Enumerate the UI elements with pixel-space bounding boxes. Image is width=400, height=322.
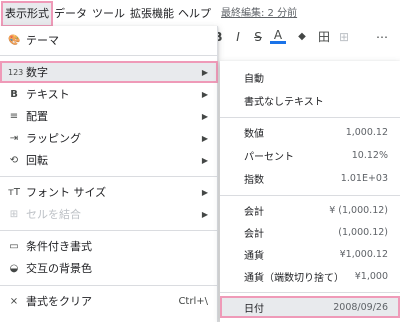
- divider: [220, 117, 400, 118]
- number-option-currency-rounded[interactable]: 通貨（端数切り捨て） ¥1,000: [220, 265, 400, 287]
- menu-item-number[interactable]: 123 数字 ▶: [0, 61, 218, 83]
- number-option-date[interactable]: 日付 2008/09/26: [220, 296, 400, 318]
- menu-item-font-size[interactable]: тT フォント サイズ ▶: [0, 181, 218, 203]
- menu-item-label: 交互の背景色: [26, 262, 92, 275]
- menu-item-label: フォント サイズ: [26, 186, 107, 199]
- wrap-icon: ⇥: [9, 132, 19, 144]
- menu-item-label: セルを結合: [26, 208, 81, 221]
- menu-item-conditional-formatting[interactable]: ▭ 条件付き書式: [0, 235, 218, 257]
- font-size-icon: тT: [8, 186, 20, 198]
- option-sample: 1,000.12: [345, 126, 388, 138]
- conditional-format-icon: ▭: [9, 240, 19, 252]
- number-option-auto[interactable]: 自動: [220, 66, 400, 88]
- option-sample: ¥1,000: [354, 270, 388, 282]
- divider: [0, 285, 218, 286]
- menu-item-clear-formatting[interactable]: ⨯ 書式をクリア Ctrl+\: [0, 290, 218, 312]
- menu-item-text[interactable]: B テキスト ▶: [0, 83, 218, 105]
- number-option-percent[interactable]: パーセント 10.12%: [220, 144, 400, 166]
- chevron-right-icon: ▶: [201, 111, 208, 121]
- menu-item-label: ラッピング: [26, 132, 81, 145]
- number-format-submenu: 自動 書式なしテキスト 数値 1,000.12 パーセント 10.12% 指数 …: [220, 61, 400, 322]
- option-sample: 10.12%: [351, 149, 388, 161]
- option-label: 日付: [244, 303, 264, 315]
- palette-icon: 🎨: [8, 34, 21, 46]
- fill-color-icon[interactable]: ◆: [294, 26, 310, 48]
- chevron-right-icon: ▶: [201, 187, 208, 197]
- menu-item-wrapping[interactable]: ⇥ ラッピング ▶: [0, 127, 218, 149]
- merge-cells-icon: ⊞: [9, 208, 19, 220]
- borders-icon[interactable]: 田: [316, 26, 332, 48]
- alternating-colors-icon: ◒: [9, 262, 19, 274]
- more-icon[interactable]: ⋯: [374, 26, 390, 48]
- chevron-right-icon: ▶: [201, 67, 208, 77]
- chevron-right-icon: ▶: [201, 133, 208, 143]
- menu-item-label: 条件付き書式: [26, 240, 92, 253]
- format-menu: 🎨 テーマ 123 数字 ▶ B テキスト ▶ ≡ 配置 ▶ ⇥ ラッピング ▶…: [0, 26, 218, 322]
- chevron-right-icon: ▶: [201, 155, 208, 165]
- menu-item-theme[interactable]: 🎨 テーマ: [0, 29, 218, 51]
- menu-tools[interactable]: ツール: [92, 3, 125, 25]
- text-color-icon[interactable]: A: [270, 26, 286, 44]
- divider: [0, 230, 218, 231]
- menu-item-alignment[interactable]: ≡ 配置 ▶: [0, 105, 218, 127]
- last-edit-link[interactable]: 最終編集: 2 分前: [221, 3, 297, 25]
- number-option-scientific[interactable]: 指数 1.01E+03: [220, 167, 400, 189]
- option-label: 通貨（端数切り捨て）: [244, 272, 344, 284]
- divider: [0, 176, 218, 177]
- chevron-right-icon: ▶: [201, 89, 208, 99]
- number-option-currency[interactable]: 通貨 ¥1,000.12: [220, 243, 400, 265]
- shortcut-label: Ctrl+\: [178, 295, 208, 307]
- menu-format[interactable]: 表示形式: [1, 1, 53, 27]
- divider: [0, 55, 218, 56]
- option-label: 書式なしテキスト: [244, 96, 324, 108]
- merge-cells-icon[interactable]: ⊞: [336, 26, 352, 48]
- number-option-financial[interactable]: 会計 (1,000.12): [220, 221, 400, 243]
- option-sample: 2008/09/26: [333, 301, 388, 313]
- menu-item-label: テキスト: [26, 88, 70, 101]
- divider: [220, 292, 400, 293]
- align-icon: ≡: [9, 110, 19, 122]
- strikethrough-icon[interactable]: S: [250, 26, 266, 48]
- option-sample: ¥1,000.12: [339, 248, 388, 260]
- menu-extensions[interactable]: 拡張機能: [130, 3, 174, 25]
- option-sample: (1,000.12): [338, 226, 388, 238]
- menu-data[interactable]: データ: [54, 3, 87, 25]
- menu-item-label: 配置: [26, 110, 48, 123]
- bold-text-icon: B: [10, 88, 18, 100]
- number-option-plain-text[interactable]: 書式なしテキスト: [220, 89, 400, 111]
- option-sample: 1.01E+03: [340, 172, 388, 184]
- option-label: 会計: [244, 206, 264, 218]
- chevron-right-icon: ▶: [201, 209, 208, 219]
- toolbar: B I S A ◆ 田 ⊞ ⋯: [210, 26, 400, 48]
- menu-item-label: 回転: [26, 154, 48, 167]
- number-option-number[interactable]: 数値 1,000.12: [220, 121, 400, 143]
- menu-help[interactable]: ヘルプ: [178, 3, 211, 25]
- italic-icon[interactable]: I: [230, 26, 246, 48]
- divider: [220, 195, 400, 196]
- menu-item-merge-cells[interactable]: ⊞ セルを結合 ▶: [0, 203, 218, 225]
- menu-item-label: テーマ: [26, 34, 59, 47]
- rotate-icon: ⟲: [9, 154, 19, 166]
- option-label: 通貨: [244, 250, 264, 262]
- option-label: 会計: [244, 228, 264, 240]
- option-label: パーセント: [244, 151, 294, 163]
- menu-item-label: 数字: [26, 66, 48, 79]
- menu-item-label: 書式をクリア: [26, 295, 92, 308]
- option-sample: ¥ (1,000.12): [329, 204, 388, 216]
- number-format-icon: 123: [8, 67, 24, 77]
- clear-format-icon: ⨯: [9, 295, 19, 307]
- number-option-accounting[interactable]: 会計 ¥ (1,000.12): [220, 199, 400, 221]
- option-label: 数値: [244, 128, 264, 140]
- option-label: 自動: [244, 73, 264, 85]
- menu-item-rotation[interactable]: ⟲ 回転 ▶: [0, 149, 218, 171]
- option-label: 指数: [244, 174, 264, 186]
- menu-item-alternating-colors[interactable]: ◒ 交互の背景色: [0, 257, 218, 279]
